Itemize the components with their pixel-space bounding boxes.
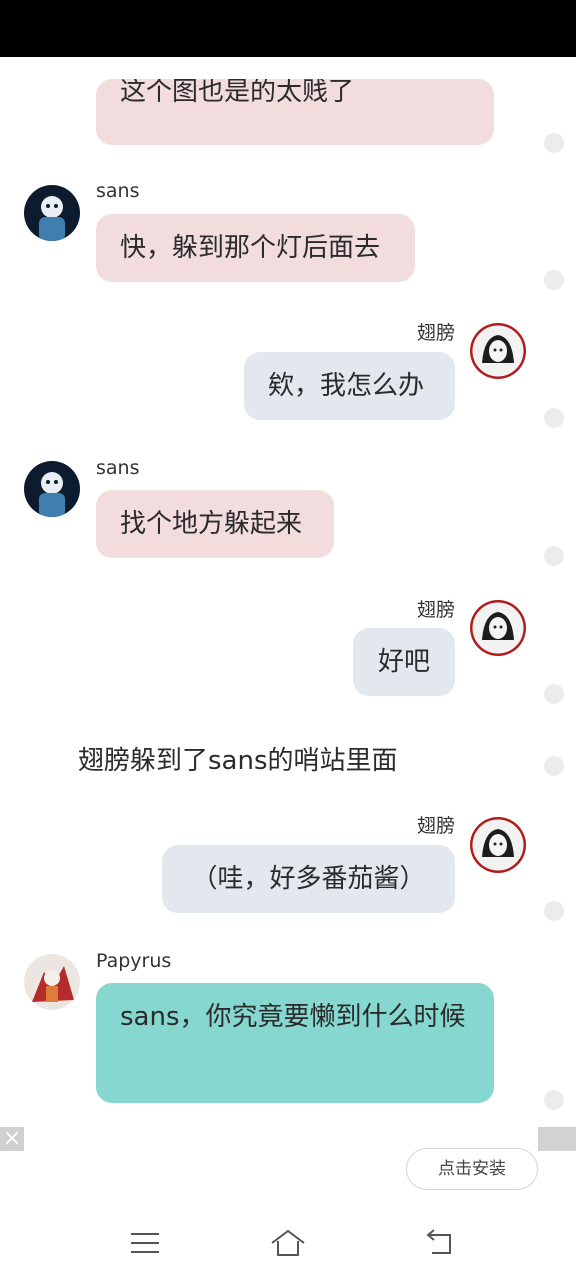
status-dot (544, 1090, 564, 1110)
back-icon[interactable] (422, 1227, 458, 1259)
message-text: 这个图也是的太贱了 (120, 79, 355, 107)
message-bubble[interactable]: （哇，好多番茄酱） (162, 845, 455, 913)
message-bubble[interactable]: 欸，我怎么办 (244, 352, 455, 420)
status-dot (544, 133, 564, 153)
status-dot (544, 270, 564, 290)
avatar-chibang[interactable] (470, 600, 526, 656)
speaker-name: 翅膀 (416, 599, 455, 621)
navigation-bar (0, 1205, 576, 1280)
message-bubble[interactable]: 快，躲到那个灯后面去 (96, 214, 415, 282)
speaker-name: 翅膀 (416, 815, 455, 837)
message-bubble[interactable]: 好吧 (353, 628, 455, 696)
avatar-sans[interactable] (24, 461, 80, 517)
chat-area[interactable]: 这个图也是的太贱了 sans 快，躲到那个灯后面去 翅膀 欸，我怎么办 sans… (0, 57, 576, 1127)
ad-close-icon[interactable]: × (0, 1127, 24, 1151)
menu-icon[interactable] (127, 1227, 163, 1259)
status-bar (0, 0, 576, 57)
speaker-name: sans (96, 180, 140, 202)
status-dot (544, 684, 564, 704)
avatar-chibang[interactable] (470, 817, 526, 873)
speaker-name: sans (96, 457, 140, 479)
status-dot (544, 901, 564, 921)
status-dot (544, 408, 564, 428)
speaker-name: 翅膀 (416, 322, 455, 344)
message-bubble[interactable]: 找个地方躲起来 (96, 490, 334, 558)
message-bubble[interactable]: 这个图也是的太贱了 (96, 79, 494, 145)
avatar-chibang[interactable] (470, 323, 526, 379)
avatar-sans[interactable] (24, 185, 80, 241)
speaker-name: Papyrus (96, 950, 172, 972)
narration-text: 翅膀躲到了sans的哨站里面 (78, 746, 398, 776)
status-dot (544, 546, 564, 566)
message-bubble[interactable]: sans，你究竟要懒到什么时候 (96, 983, 494, 1103)
status-dot (544, 756, 564, 776)
ad-banner-edge (538, 1127, 576, 1151)
home-icon[interactable] (270, 1227, 306, 1259)
avatar-papyrus[interactable] (24, 954, 80, 1010)
install-button[interactable]: 点击安装 (406, 1148, 538, 1190)
